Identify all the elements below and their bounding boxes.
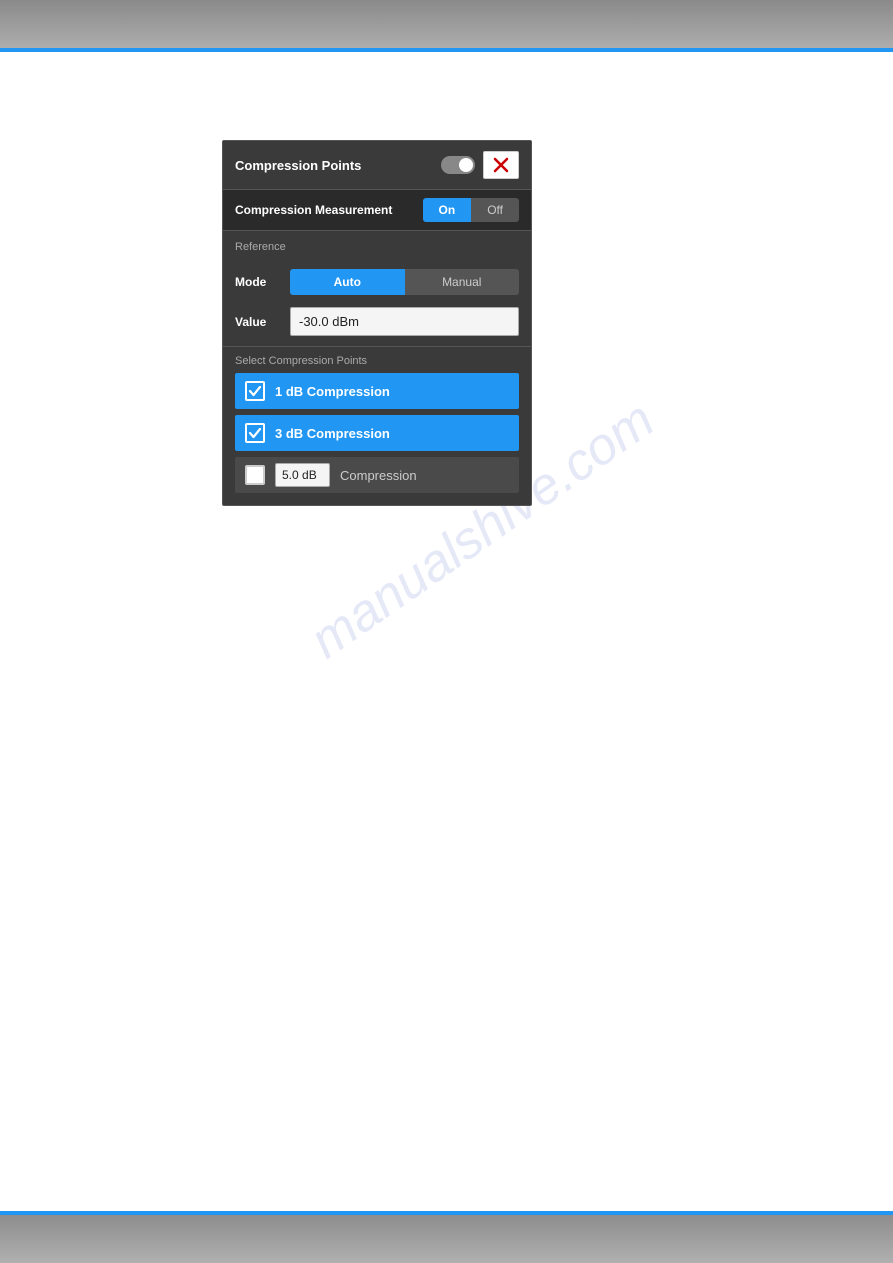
compression-points-dialog: Compression Points Compression Measureme… (222, 140, 532, 506)
checkbox-3db[interactable] (245, 423, 265, 443)
compression-measurement-row: Compression Measurement On Off (223, 190, 531, 231)
close-icon (492, 156, 510, 174)
value-input[interactable] (290, 307, 519, 336)
comp-item-3db-label: 3 dB Compression (275, 426, 390, 441)
mode-label: Mode (235, 275, 290, 289)
close-button[interactable] (483, 151, 519, 179)
select-cp-label: Select Compression Points (235, 355, 519, 367)
checkbox-1db[interactable] (245, 381, 265, 401)
dialog-title: Compression Points (235, 158, 361, 173)
custom-comp-label: Compression (340, 468, 417, 483)
mode-row: Mode Auto Manual (223, 263, 531, 301)
custom-db-input[interactable] (275, 463, 330, 487)
check-icon-3db (248, 426, 262, 440)
custom-comp-row: Compression (235, 457, 519, 493)
compression-measurement-label: Compression Measurement (235, 203, 392, 217)
compression-toggle[interactable] (441, 156, 475, 174)
top-bar-blue-line (0, 48, 893, 52)
checkbox-custom[interactable] (245, 465, 265, 485)
bottom-bar (0, 1211, 893, 1263)
value-row: Value (223, 301, 531, 346)
top-bar (0, 0, 893, 52)
select-compression-points-section: Select Compression Points 1 dB Compressi… (223, 346, 531, 505)
reference-label: Reference (235, 241, 519, 253)
off-button[interactable]: Off (471, 198, 519, 222)
manual-button[interactable]: Manual (405, 269, 520, 295)
bottom-bar-blue-line (0, 1211, 893, 1215)
reference-section: Reference (223, 231, 531, 263)
auto-button[interactable]: Auto (290, 269, 405, 295)
on-off-toggle: On Off (423, 198, 519, 222)
comp-item-3db[interactable]: 3 dB Compression (235, 415, 519, 451)
comp-item-1db-label: 1 dB Compression (275, 384, 390, 399)
on-button[interactable]: On (423, 198, 472, 222)
check-icon-1db (248, 384, 262, 398)
value-label: Value (235, 315, 290, 329)
comp-item-1db[interactable]: 1 dB Compression (235, 373, 519, 409)
dialog-titlebar: Compression Points (223, 141, 531, 190)
mode-toggle: Auto Manual (290, 269, 519, 295)
